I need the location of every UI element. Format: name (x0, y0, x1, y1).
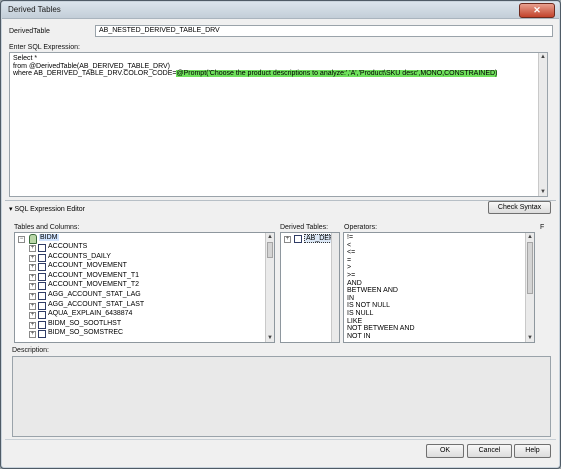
operators-label: Operators: (344, 224, 378, 231)
table-icon (38, 244, 46, 252)
derived-table-name-input[interactable]: AB_NESTED_DERIVED_TABLE_DRV (95, 25, 553, 37)
operator-item[interactable]: NOT IN (347, 333, 371, 340)
expand-icon[interactable]: + (284, 236, 291, 243)
footer-divider (5, 439, 556, 440)
operator-item[interactable]: LIKE (347, 318, 362, 325)
sql-line-3-prefix: where AB_DERIVED_TABLE_DRV.COLOR_CODE= (13, 70, 177, 77)
operator-item[interactable]: != (347, 234, 353, 241)
operator-item[interactable]: > (347, 264, 351, 271)
expand-icon[interactable]: + (29, 273, 36, 281)
sql-vertical-scrollbar[interactable]: ▲ ▼ (538, 53, 547, 196)
table-icon (38, 272, 46, 281)
table-icon (38, 263, 46, 272)
scroll-up-icon[interactable]: ▲ (539, 53, 547, 61)
scroll-up-icon[interactable]: ▲ (266, 233, 274, 241)
expand-icon[interactable]: + (29, 312, 36, 320)
table-name: ACCOUNTS (48, 243, 88, 250)
sql-expression-label: Enter SQL Expression: (9, 44, 80, 51)
scroll-thumb[interactable] (527, 242, 533, 294)
scroll-thumb[interactable] (267, 242, 273, 258)
database-icon (29, 234, 37, 244)
table-icon (38, 253, 46, 262)
scroll-down-icon[interactable]: ▼ (526, 334, 534, 342)
expand-icon[interactable]: + (29, 283, 36, 291)
ok-button[interactable]: OK (426, 444, 464, 458)
operator-item[interactable]: >= (347, 272, 355, 279)
operator-item[interactable]: < (347, 242, 351, 249)
table-name: AQUA_EXPLAIN_6438874 (48, 310, 133, 318)
table-icon (38, 320, 46, 329)
expand-icon[interactable]: + (29, 264, 36, 272)
operator-item[interactable]: = (347, 257, 351, 264)
tables-and-columns-label: Tables and Columns: (14, 224, 80, 231)
sql-expression-editor[interactable]: Select * from @DerivedTable(AB_DERIVED_T… (9, 52, 548, 197)
expand-icon[interactable]: + (29, 245, 36, 252)
help-button[interactable]: Help (514, 444, 551, 458)
tables-and-columns-tree[interactable]: − BIDM + ACCOUNTS + ACCOUNTS_DAILY + ACCOUNT_… (14, 232, 275, 343)
description-box (12, 356, 551, 437)
table-icon (38, 311, 46, 320)
derived-vertical-scrollbar[interactable] (331, 233, 339, 342)
table-name: ACCOUNT_MOVEMENT_T2 (48, 281, 140, 289)
table-name: AGG_ACCOUNT_STAT_LAST (48, 300, 145, 308)
table-icon (38, 330, 46, 339)
operator-item[interactable]: BETWEEN AND (347, 287, 398, 294)
expand-icon[interactable]: + (29, 331, 36, 339)
expand-icon[interactable]: + (29, 321, 36, 329)
operator-item[interactable]: IS NOT NULL (347, 302, 390, 309)
operator-item[interactable]: IN (347, 295, 354, 302)
operator-item[interactable]: AND (347, 280, 362, 287)
operators-vertical-scrollbar[interactable]: ▲ ▼ (525, 233, 534, 342)
sql-expression-editor-toggle[interactable]: ▾ SQL Expression Editor (9, 205, 85, 213)
table-icon (38, 282, 46, 291)
table-icon (38, 292, 46, 300)
collapse-icon[interactable]: − (18, 236, 25, 243)
scroll-up-icon[interactable]: ▲ (526, 233, 534, 241)
functions-label: F (540, 224, 545, 231)
scroll-down-icon[interactable]: ▼ (266, 334, 274, 342)
sql-prompt-highlight: @Prompt('Choose the product descriptions… (176, 70, 498, 77)
table-name: BIDM_SO_SOOTLHST (48, 319, 122, 327)
tables-vertical-scrollbar[interactable]: ▲ ▼ (265, 233, 274, 342)
expand-icon[interactable]: + (29, 293, 36, 300)
cancel-button[interactable]: Cancel (467, 444, 512, 458)
operator-item[interactable]: NOT BETWEEN AND (347, 325, 415, 332)
sql-line-2: from @DerivedTable(AB_DERIVED_TABLE_DRV) (13, 62, 171, 70)
description-label: Description: (12, 347, 49, 354)
tree-root-label: BIDM (39, 234, 59, 241)
sql-line-3: where AB_DERIVED_TABLE_DRV.COLOR_CODE=@P… (13, 70, 544, 78)
table-name: ACCOUNT_MOVEMENT (48, 262, 127, 270)
sql-line-1: Select * (13, 55, 38, 62)
derived-tables-label: Derived Tables: (280, 224, 329, 231)
close-button[interactable]: ✕ (519, 3, 555, 18)
scroll-down-icon[interactable]: ▼ (539, 188, 547, 196)
splitter[interactable] (5, 200, 556, 201)
operator-item[interactable]: <= (347, 249, 355, 256)
derived-tables-list[interactable]: + AB_DERIVED_ (280, 232, 340, 343)
check-syntax-button[interactable]: Check Syntax (488, 201, 551, 214)
table-name: BIDM_SO_SOMSTREC (48, 329, 124, 337)
table-name: AGG_ACCOUNT_STAT_LAG (48, 291, 141, 298)
derived-table-label: DerivedTable (9, 28, 50, 35)
derived-tables-dialog: Derived Tables ✕ DerivedTable AB_NESTED_… (0, 0, 561, 469)
title-bar[interactable]: Derived Tables ✕ (2, 2, 559, 19)
close-icon: ✕ (533, 5, 541, 15)
table-icon (38, 301, 46, 310)
operator-item[interactable]: IS NULL (347, 310, 373, 317)
operators-list[interactable]: != < <= = > >= AND BETWEEN AND IN IS NOT NULL IS N… (343, 232, 535, 343)
window-title: Derived Tables (8, 5, 61, 14)
table-name: ACCOUNT_MOVEMENT_T1 (48, 271, 140, 279)
table-name: ACCOUNTS_DAILY (48, 252, 111, 260)
table-icon (294, 235, 302, 243)
expand-icon[interactable]: + (29, 254, 36, 262)
expand-icon[interactable]: + (29, 302, 36, 310)
